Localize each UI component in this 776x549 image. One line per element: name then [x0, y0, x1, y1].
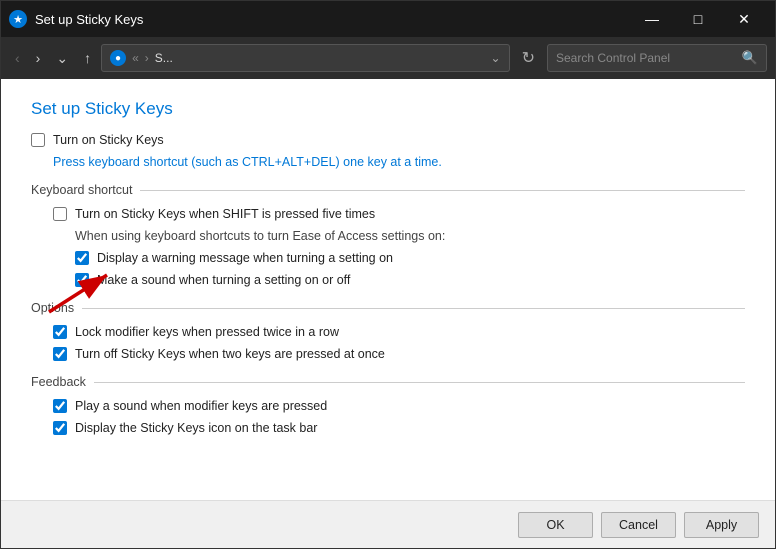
feedback-divider [94, 382, 745, 383]
cancel-button[interactable]: Cancel [601, 512, 676, 538]
warning-message-label[interactable]: Display a warning message when turning a… [97, 251, 393, 265]
close-button[interactable]: ✕ [721, 1, 767, 37]
footer: OK Cancel Apply [1, 500, 775, 548]
address-arrow: › [145, 51, 149, 65]
search-input[interactable] [556, 51, 736, 65]
display-icon-label[interactable]: Display the Sticky Keys icon on the task… [75, 421, 317, 435]
window-icon: ★ [9, 10, 27, 28]
back-button[interactable]: ‹ [9, 46, 26, 70]
sound-setting-row: Make a sound when turning a setting on o… [75, 273, 745, 287]
turn-on-sticky-keys-row: Turn on Sticky Keys [31, 133, 745, 147]
minimize-button[interactable]: — [629, 1, 675, 37]
keyboard-shortcut-divider [140, 190, 745, 191]
red-arrow-annotation [39, 257, 129, 322]
display-icon-row: Display the Sticky Keys icon on the task… [53, 421, 745, 435]
title-bar: ★ Set up Sticky Keys — □ ✕ [1, 1, 775, 37]
lock-modifier-row: Lock modifier keys when pressed twice in… [53, 325, 745, 339]
content-area: Set up Sticky Keys Turn on Sticky Keys P… [1, 79, 775, 500]
keyboard-shortcut-label: Keyboard shortcut [31, 183, 132, 197]
shift-shortcut-row: Turn on Sticky Keys when SHIFT is presse… [53, 207, 745, 221]
feedback-section-header: Feedback [31, 375, 745, 389]
window: ★ Set up Sticky Keys — □ ✕ ‹ › ⌄ ↑ ● « ›… [0, 0, 776, 549]
ease-of-access-sub-label: When using keyboard shortcuts to turn Ea… [75, 229, 745, 243]
play-sound-label[interactable]: Play a sound when modifier keys are pres… [75, 399, 327, 413]
address-chevron-icon: ⌄ [491, 51, 501, 65]
turn-off-two-keys-label[interactable]: Turn off Sticky Keys when two keys are p… [75, 347, 385, 361]
dropdown-button[interactable]: ⌄ [50, 46, 74, 71]
turn-on-sticky-keys-label[interactable]: Turn on Sticky Keys [53, 133, 164, 147]
feedback-label: Feedback [31, 375, 86, 389]
page-title: Set up Sticky Keys [31, 99, 745, 119]
display-icon-checkbox[interactable] [53, 421, 67, 435]
address-separator: « [132, 51, 139, 65]
address-text: S... [155, 51, 173, 65]
search-icon: 🔍 [742, 50, 758, 66]
turn-off-two-keys-checkbox[interactable] [53, 347, 67, 361]
lock-modifier-label[interactable]: Lock modifier keys when pressed twice in… [75, 325, 339, 339]
hint-text: Press keyboard shortcut (such as CTRL+AL… [53, 155, 745, 169]
turn-off-two-keys-row: Turn off Sticky Keys when two keys are p… [53, 347, 745, 361]
search-bar[interactable]: 🔍 [547, 44, 767, 72]
address-bar[interactable]: ● « › S... ⌄ [101, 44, 510, 72]
play-sound-row: Play a sound when modifier keys are pres… [53, 399, 745, 413]
refresh-button[interactable]: ↻ [514, 44, 543, 72]
keyboard-shortcut-section-header: Keyboard shortcut [31, 183, 745, 197]
play-sound-checkbox[interactable] [53, 399, 67, 413]
options-divider [82, 308, 745, 309]
options-section-header: Options [31, 301, 745, 315]
title-bar-controls: — □ ✕ [629, 1, 767, 37]
lock-modifier-checkbox[interactable] [53, 325, 67, 339]
window-title: Set up Sticky Keys [35, 12, 629, 27]
shift-shortcut-label[interactable]: Turn on Sticky Keys when SHIFT is presse… [75, 207, 375, 221]
sound-setting-label[interactable]: Make a sound when turning a setting on o… [97, 273, 350, 287]
turn-on-sticky-keys-checkbox[interactable] [31, 133, 45, 147]
apply-button[interactable]: Apply [684, 512, 759, 538]
up-button[interactable]: ↑ [78, 46, 97, 70]
maximize-button[interactable]: □ [675, 1, 721, 37]
ok-button[interactable]: OK [518, 512, 593, 538]
shift-shortcut-checkbox[interactable] [53, 207, 67, 221]
address-icon: ● [110, 50, 126, 66]
nav-bar: ‹ › ⌄ ↑ ● « › S... ⌄ ↻ 🔍 [1, 37, 775, 79]
forward-button[interactable]: › [30, 46, 47, 70]
warning-message-row: Display a warning message when turning a… [75, 251, 745, 265]
